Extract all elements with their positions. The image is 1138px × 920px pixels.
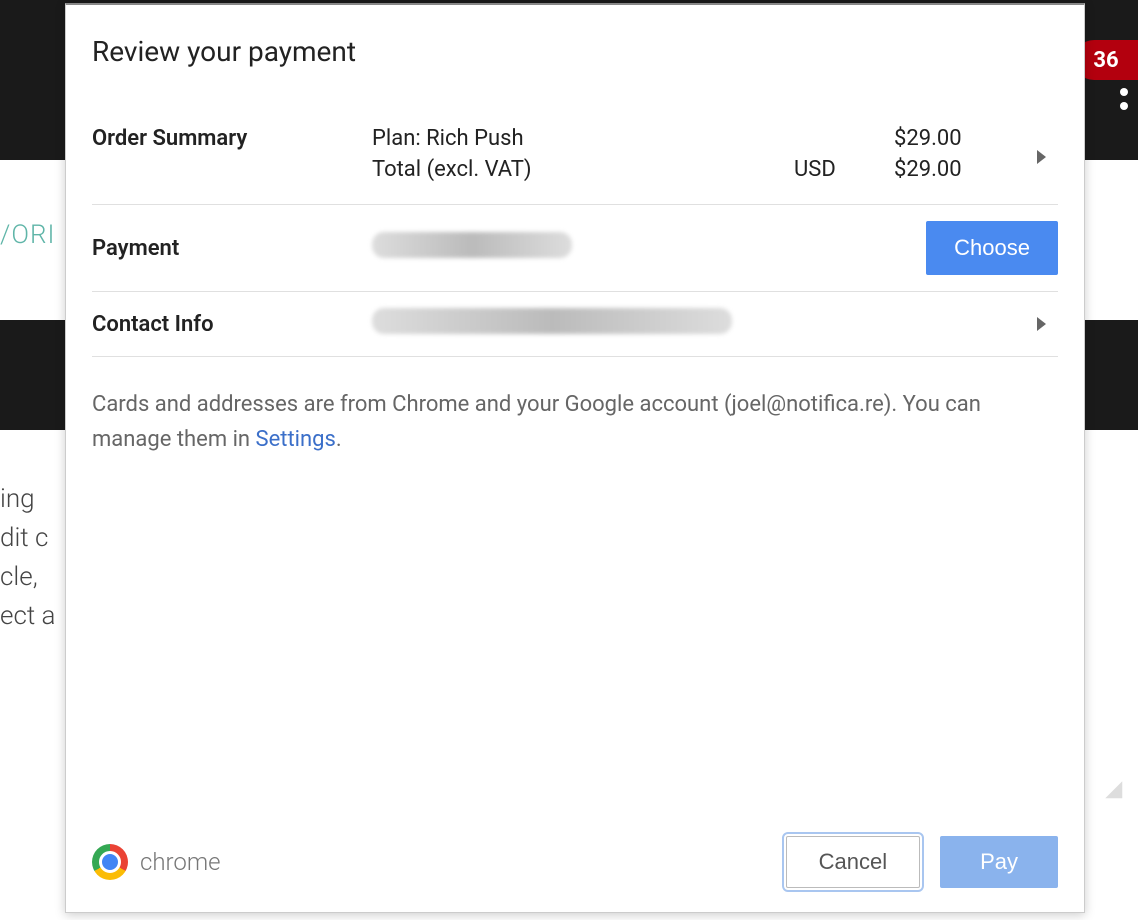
bg-text-line: dit c: [0, 519, 56, 558]
contact-info-expand[interactable]: [1024, 317, 1058, 331]
info-text: Cards and addresses are from Chrome and …: [92, 387, 1058, 457]
modal-footer: chrome Cancel Pay: [92, 816, 1058, 888]
chrome-brand-label: chrome: [140, 848, 221, 876]
background-caret-icon: [1105, 781, 1130, 806]
bg-text-line: ing: [0, 480, 56, 519]
background-text-fragments: ing dit c cle, ect a: [0, 480, 56, 636]
notification-dots: [1120, 88, 1128, 110]
chevron-right-icon: [1037, 150, 1046, 164]
order-summary-section: Order Summary Plan: Rich Push $29.00 Tot…: [92, 110, 1058, 205]
order-total-desc: Total (excl. VAT): [372, 157, 794, 182]
order-summary-label: Order Summary: [92, 126, 372, 188]
order-summary-expand[interactable]: [1024, 126, 1058, 188]
payment-label: Payment: [92, 236, 372, 261]
order-total-currency: USD: [794, 157, 894, 182]
cancel-button[interactable]: Cancel: [786, 836, 920, 888]
settings-link[interactable]: Settings: [256, 427, 336, 452]
payment-review-modal: Review your payment Order Summary Plan: …: [65, 3, 1085, 913]
bg-text-line: ect a: [0, 597, 56, 636]
payment-content: [372, 232, 926, 264]
info-text-after: .: [336, 427, 342, 452]
order-plan-currency: [794, 126, 894, 151]
info-text-before: Cards and addresses are from Chrome and …: [92, 392, 981, 452]
choose-payment-button[interactable]: Choose: [926, 221, 1058, 275]
order-plan-amount: $29.00: [894, 126, 1024, 151]
order-row: Total (excl. VAT) USD $29.00: [372, 157, 1024, 182]
bg-text-line: cle,: [0, 558, 56, 597]
order-total-amount: $29.00: [894, 157, 1024, 182]
pay-button[interactable]: Pay: [940, 836, 1058, 888]
contact-info-content: [372, 308, 1024, 340]
notification-count: 36: [1093, 48, 1118, 73]
modal-title: Review your payment: [92, 35, 1058, 68]
order-plan-desc: Plan: Rich Push: [372, 126, 794, 151]
chrome-brand: chrome: [92, 844, 221, 880]
payment-redacted: [372, 232, 572, 258]
order-row: Plan: Rich Push $29.00: [372, 126, 1024, 151]
background-word-fragment: /ORI: [0, 220, 55, 250]
payment-section: Payment Choose: [92, 205, 1058, 292]
footer-actions: Cancel Pay: [786, 836, 1058, 888]
chrome-logo-icon: [92, 844, 128, 880]
order-summary-content: Plan: Rich Push $29.00 Total (excl. VAT)…: [372, 126, 1024, 188]
contact-info-label: Contact Info: [92, 312, 372, 337]
chevron-right-icon: [1037, 317, 1046, 331]
contact-redacted: [372, 308, 732, 334]
contact-info-section: Contact Info: [92, 292, 1058, 357]
